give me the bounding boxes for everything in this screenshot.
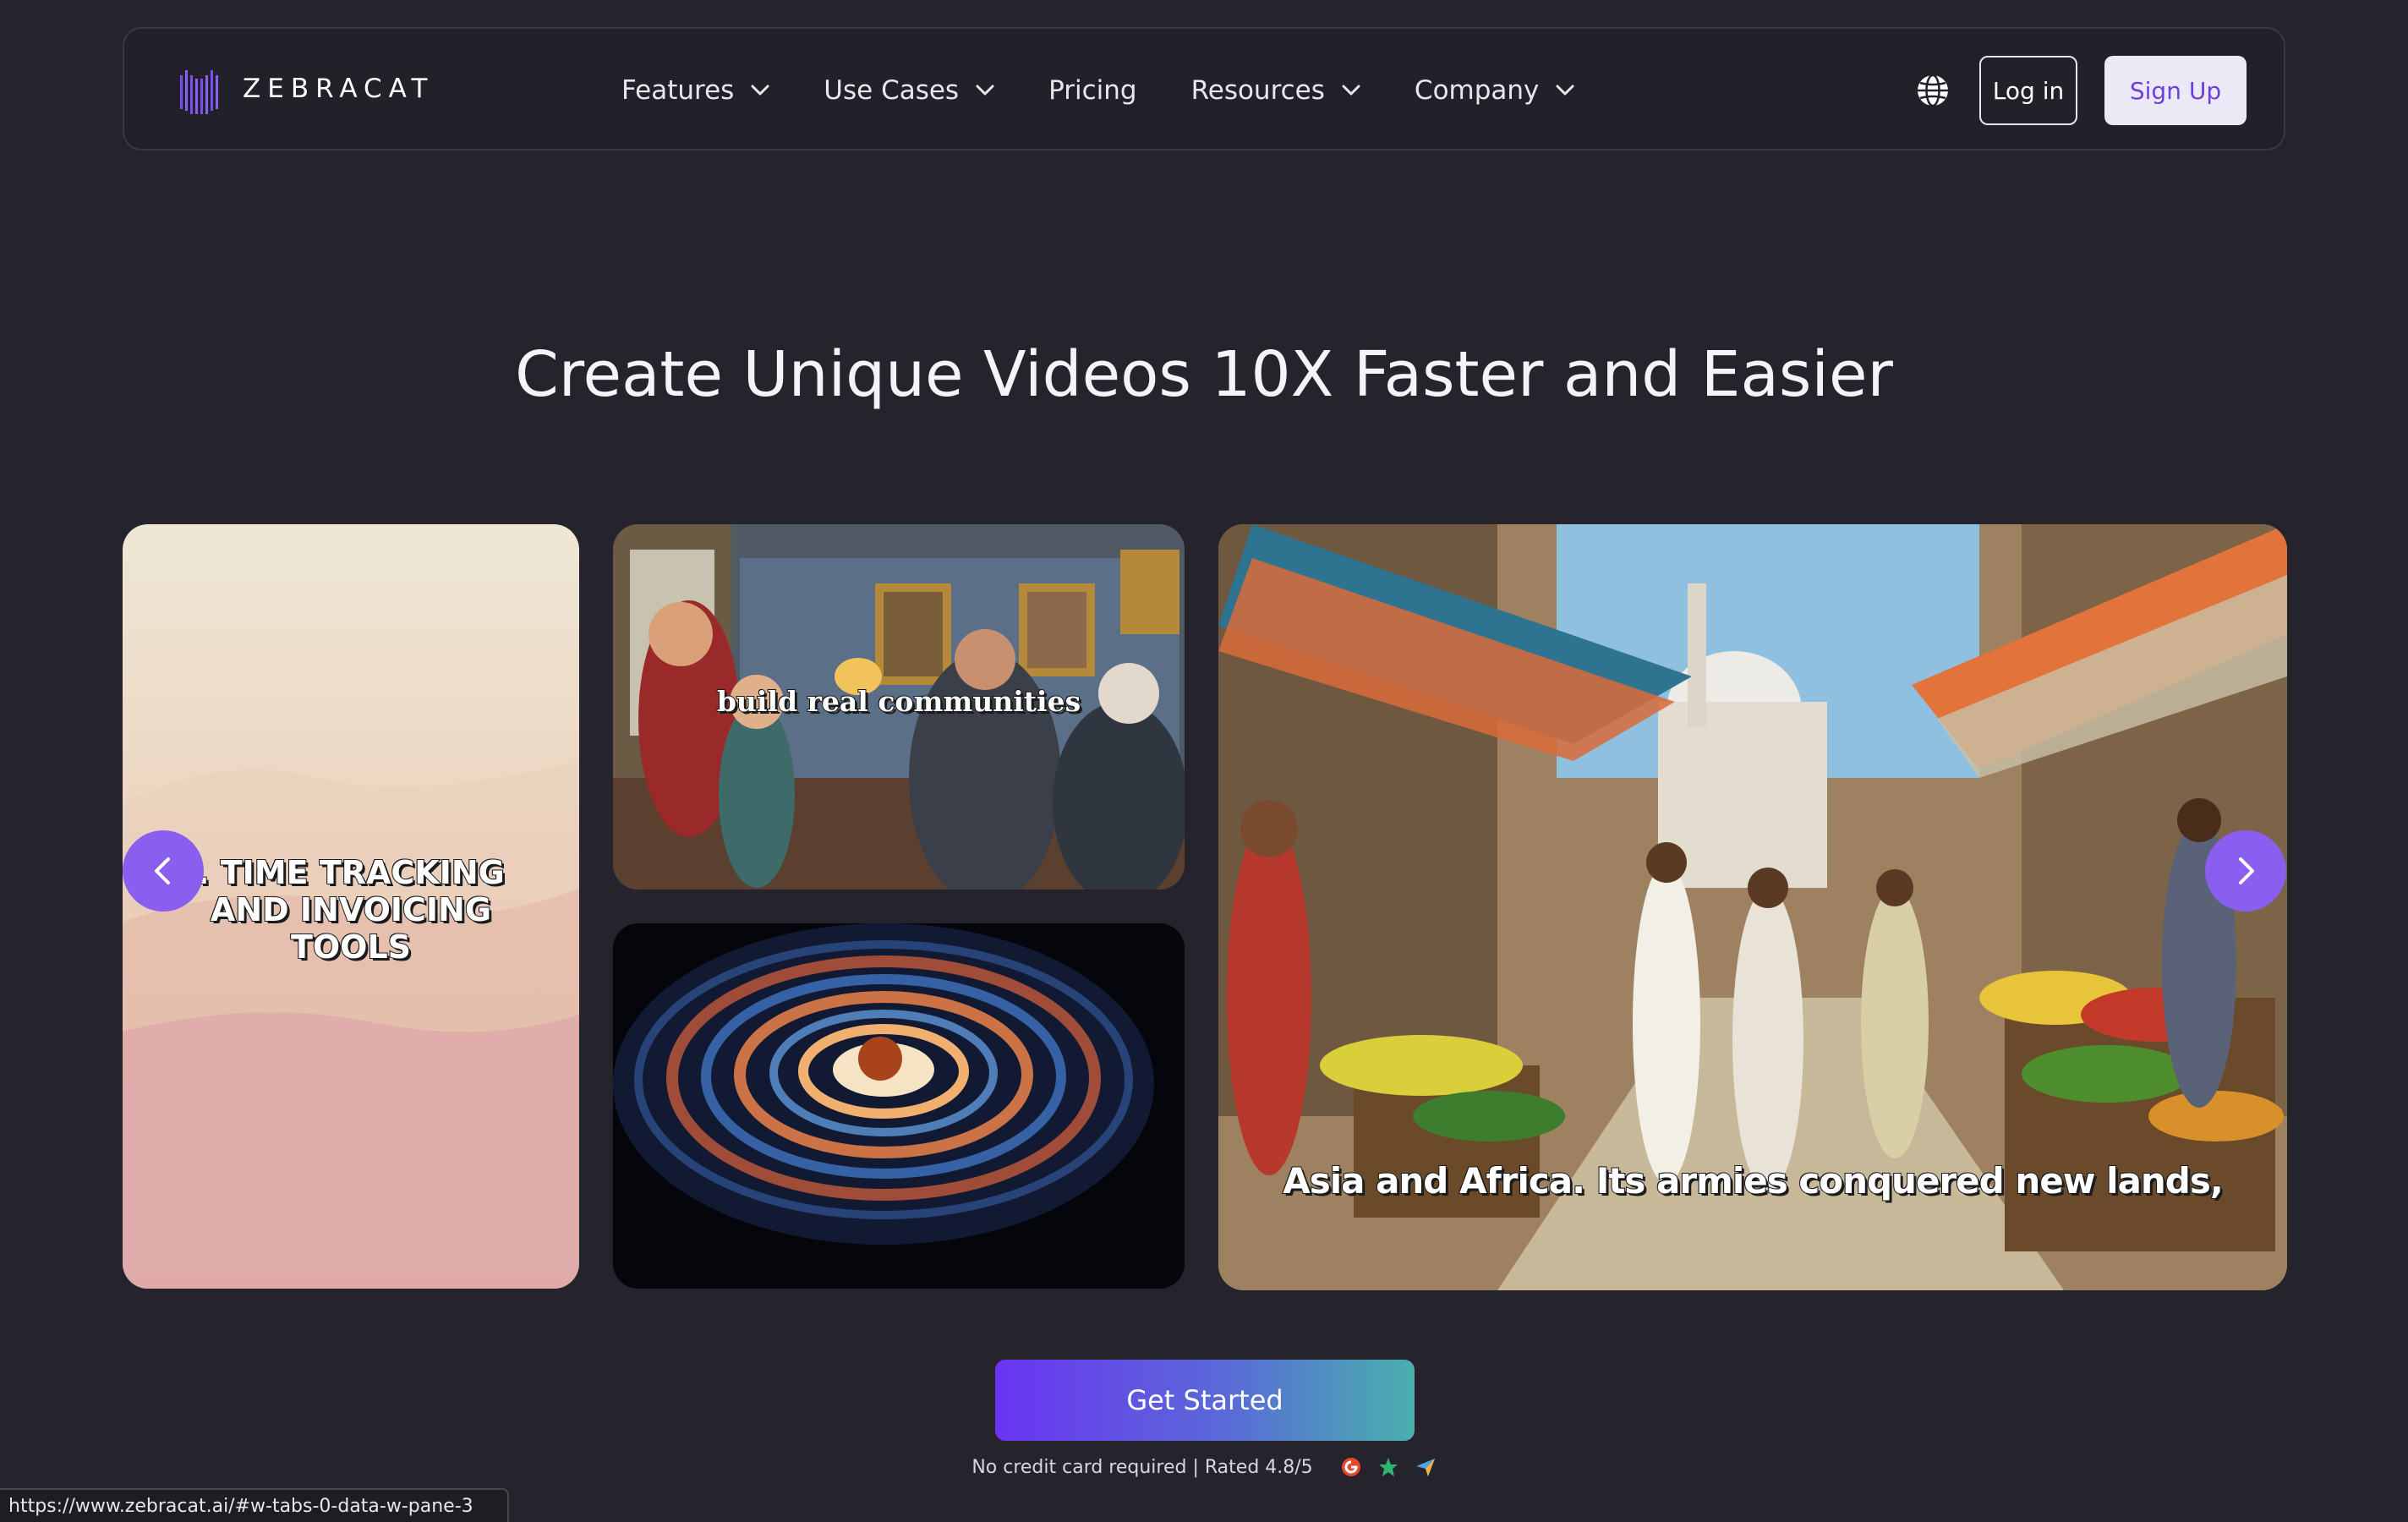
video-card-black-hole[interactable] [613,923,1185,1289]
carousel-prev-button[interactable] [123,830,204,912]
video-caption: build real communities [716,684,1081,719]
status-bar-url: https://www.zebracat.ai/#w-tabs-0-data-w… [0,1488,509,1522]
rating-icons [1325,1456,1437,1478]
nav-item-resources[interactable]: Resources [1191,75,1360,106]
nav-item-use-cases[interactable]: Use Cases [824,75,994,106]
nav-item-company[interactable]: Company [1415,75,1574,106]
carousel-next-button[interactable] [2205,830,2286,912]
star-icon [1378,1458,1398,1476]
video-card-time-tracking[interactable]: . TIME TRACKING AND INVOICING TOOLS [123,524,579,1289]
top-navbar: ZEBRACAT Features Use Cases Pricing Reso… [123,27,2285,151]
brand-name: ZEBRACAT [243,74,435,104]
capterra-icon [1415,1459,1435,1476]
nav-item-features[interactable]: Features [621,75,769,106]
black-hole-image [613,923,1185,1289]
nav-item-label: Features [621,75,735,106]
rating-line: No credit card required | Rated 4.8/5 [0,1456,2408,1478]
chevron-down-icon [976,85,994,96]
chevron-down-icon [1342,85,1360,96]
chevron-down-icon [1556,85,1574,96]
signup-button[interactable]: Sign Up [2104,56,2247,125]
video-card-communities[interactable]: build real communities [613,524,1185,890]
get-started-button[interactable]: Get Started [995,1360,1415,1441]
login-button[interactable]: Log in [1979,56,2077,125]
nav-links: Features Use Cases Pricing Resources Com… [621,29,1628,152]
nav-item-label: Use Cases [824,75,960,106]
hero-title: Create Unique Videos 10X Faster and Easi… [515,338,1893,411]
video-caption: Asia and Africa. Its armies conquered ne… [1282,1159,2225,1202]
nav-item-pricing[interactable]: Pricing [1048,75,1137,106]
chevron-down-icon [751,85,769,96]
chevron-left-icon [155,857,170,884]
rating-note: No credit card required | Rated 4.8/5 [971,1456,1313,1478]
g2-icon [1341,1458,1360,1476]
globe-icon[interactable] [1915,73,1951,108]
brand-logo[interactable]: ZEBRACAT [178,63,434,115]
video-card-market[interactable]: Asia and Africa. Its armies conquered ne… [1218,524,2287,1290]
nav-item-label: Resources [1190,75,1325,106]
chevron-right-icon [2239,857,2254,884]
nav-item-label: Company [1414,75,1540,106]
page: ZEBRACAT Features Use Cases Pricing Reso… [0,0,2408,1522]
zebracat-logo-icon [180,70,218,114]
nav-item-label: Pricing [1048,75,1137,106]
